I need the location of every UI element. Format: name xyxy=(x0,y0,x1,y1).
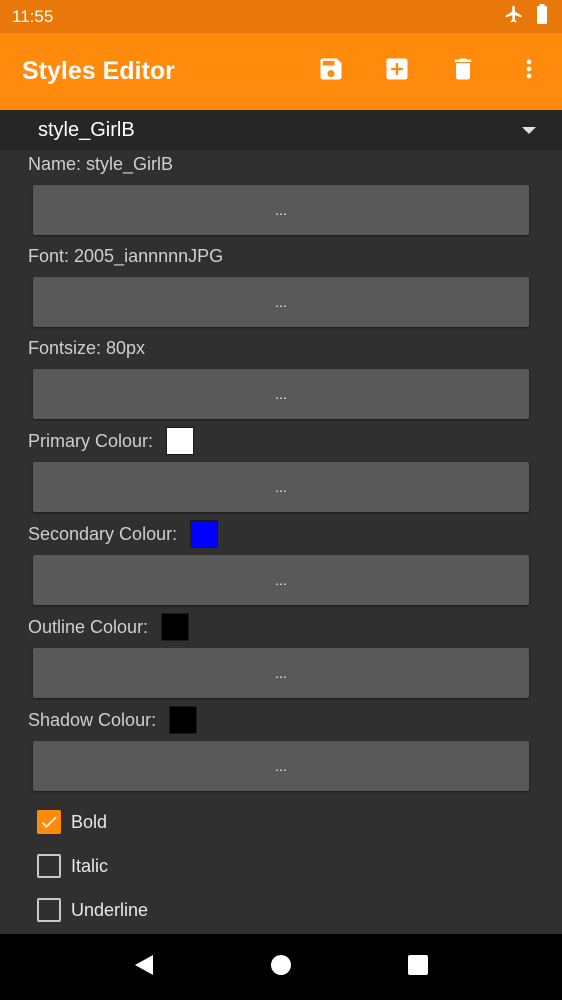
navigation-bar xyxy=(0,934,562,1000)
edit-shadow-colour-button[interactable]: ... xyxy=(33,741,529,791)
app-bar-actions xyxy=(298,33,562,110)
underline-label: Underline xyxy=(71,899,149,920)
edit-font-button[interactable]: ... xyxy=(33,277,529,327)
shadow-colour-label: Shadow Colour: xyxy=(28,705,198,735)
save-button[interactable] xyxy=(298,33,364,110)
bold-label: Bold xyxy=(71,811,108,832)
name-label-text: Name: style_GirlB xyxy=(28,154,174,174)
recents-button[interactable] xyxy=(388,937,448,997)
recents-icon xyxy=(407,954,429,981)
fontsize-label: Fontsize: 80px xyxy=(28,338,145,359)
delete-icon xyxy=(449,55,477,88)
back-button[interactable] xyxy=(114,937,174,997)
save-icon xyxy=(317,55,345,88)
app-bar: Styles Editor xyxy=(0,33,562,110)
italic-label: Italic xyxy=(71,855,109,876)
style-selector-dropdown[interactable]: style_GirlB xyxy=(0,110,562,150)
secondary-colour-label: Secondary Colour: xyxy=(28,519,219,549)
home-icon xyxy=(270,954,292,981)
outline-colour-label-text: Outline Colour: xyxy=(28,616,149,637)
check-icon xyxy=(41,816,57,828)
secondary-colour-swatch xyxy=(190,520,219,548)
primary-colour-label-text: Primary Colour: xyxy=(28,430,154,451)
more-vert-icon xyxy=(515,55,543,88)
style-selector-value: style_GirlB xyxy=(38,118,135,141)
primary-colour-swatch xyxy=(166,427,195,455)
more-options-button[interactable] xyxy=(496,33,562,110)
app-title: Styles Editor xyxy=(22,57,175,85)
font-label: Font: 2005_iannnnnJPG xyxy=(28,246,223,267)
status-bar: 11:55 xyxy=(0,0,562,33)
shadow-colour-swatch xyxy=(169,706,198,734)
add-box-icon xyxy=(383,55,411,88)
primary-colour-label: Primary Colour: xyxy=(28,426,195,456)
fontsize-label-text: Fontsize: 80px xyxy=(28,338,146,358)
bold-checkbox[interactable] xyxy=(37,810,61,834)
edit-fontsize-button[interactable]: ... xyxy=(33,369,529,419)
edit-name-button[interactable]: ... xyxy=(33,185,529,235)
outline-colour-label: Outline Colour: xyxy=(28,612,190,642)
dropdown-arrow-icon xyxy=(522,127,536,134)
home-button[interactable] xyxy=(251,937,311,997)
name-label: Name: style_GirlB xyxy=(28,154,173,175)
font-label-text: Font: 2005_iannnnnJPG xyxy=(28,246,224,266)
battery-icon xyxy=(536,4,548,29)
delete-style-button[interactable] xyxy=(430,33,496,110)
status-time: 11:55 xyxy=(12,6,54,26)
outline-colour-swatch xyxy=(161,613,190,641)
italic-checkbox-row[interactable]: Italic xyxy=(37,854,108,878)
italic-checkbox[interactable] xyxy=(37,854,61,878)
secondary-colour-label-text: Secondary Colour: xyxy=(28,523,178,544)
edit-primary-colour-button[interactable]: ... xyxy=(33,462,529,512)
bold-checkbox-row[interactable]: Bold xyxy=(37,810,107,834)
airplane-icon xyxy=(504,4,524,29)
underline-checkbox[interactable] xyxy=(37,898,61,922)
shadow-colour-label-text: Shadow Colour: xyxy=(28,709,157,730)
edit-outline-colour-button[interactable]: ... xyxy=(33,648,529,698)
back-icon xyxy=(133,953,155,982)
status-icons xyxy=(504,4,548,29)
underline-checkbox-row[interactable]: Underline xyxy=(37,898,148,922)
add-style-button[interactable] xyxy=(364,33,430,110)
edit-secondary-colour-button[interactable]: ... xyxy=(33,555,529,605)
